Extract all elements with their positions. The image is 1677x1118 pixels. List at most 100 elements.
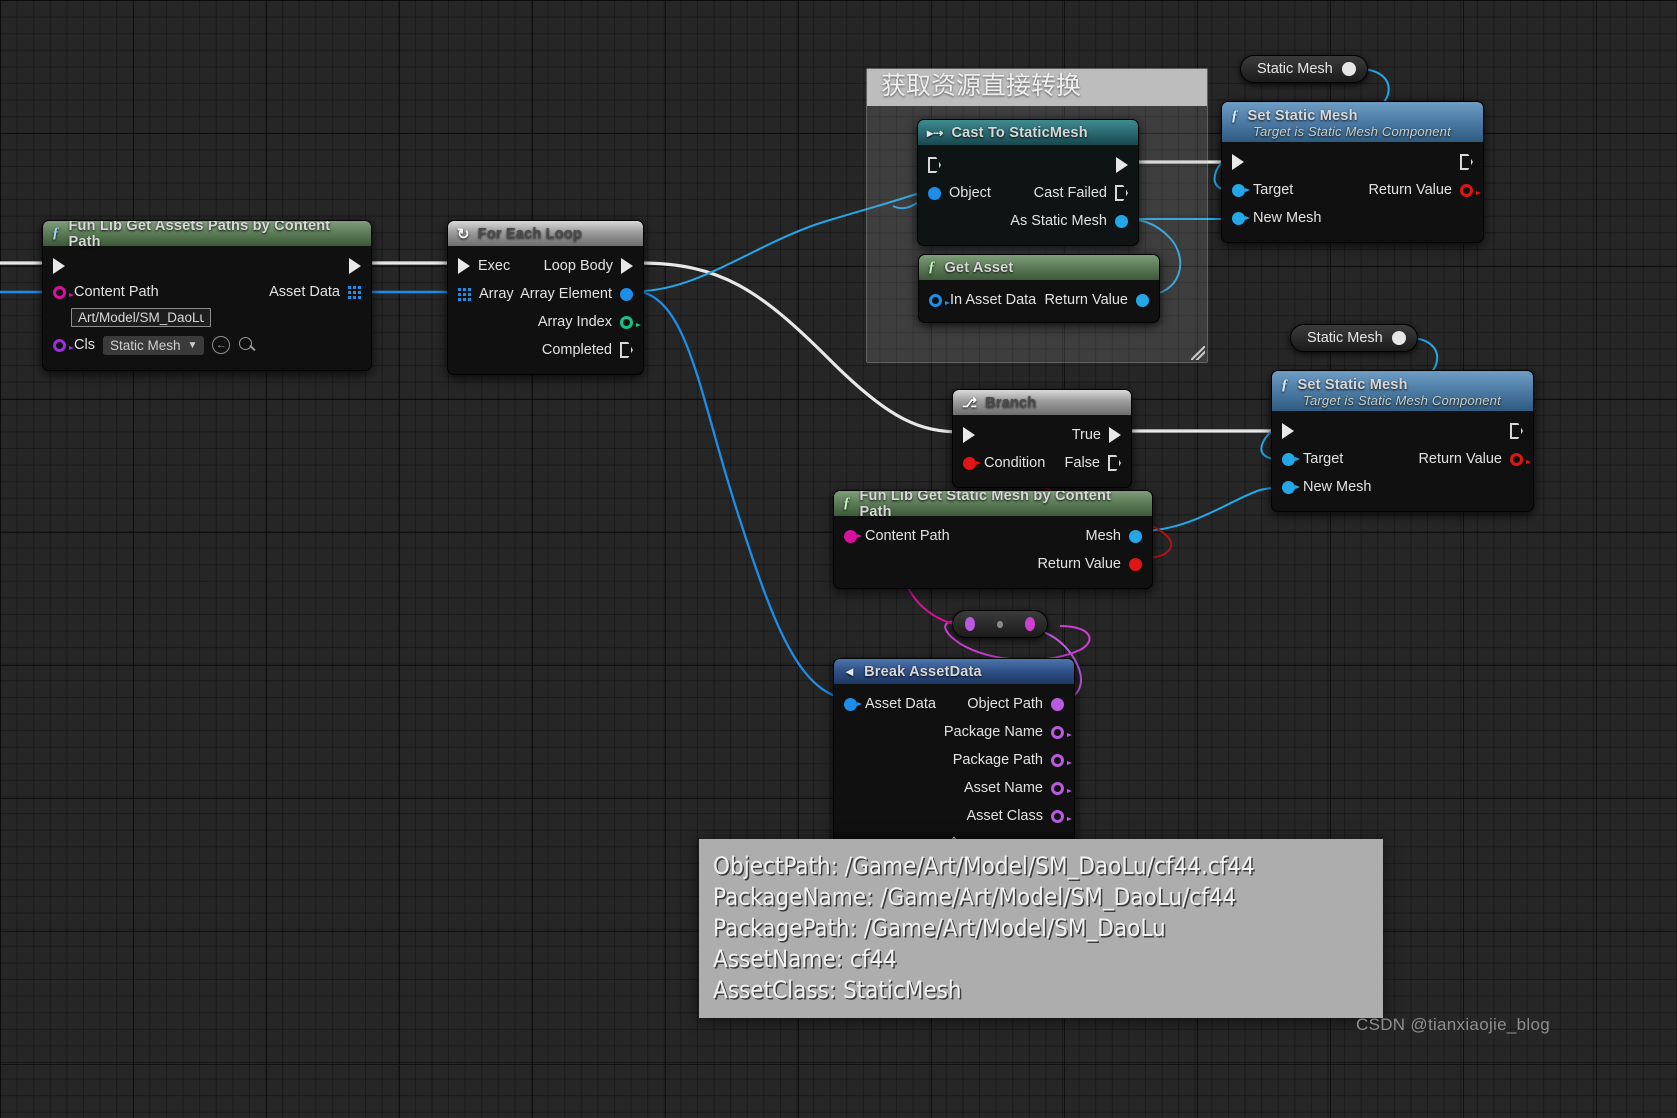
content-path-in-pin[interactable] [53,285,66,299]
row-array-index[interactable]: Array Index [448,308,643,336]
static-mesh-out-pin[interactable] [1391,331,1406,345]
object-path-out-pin[interactable] [1051,697,1064,711]
content-path-input[interactable] [71,307,211,327]
node-fun-lib-get-assets-paths-by-content-path[interactable]: ƒ Fun Lib Get Assets Paths by Content Pa… [42,220,372,371]
reroute-in-pin[interactable] [965,617,976,631]
package-name-out-pin[interactable] [1051,725,1064,739]
array-in-pin[interactable] [458,287,471,301]
node-branch[interactable]: ⎇ Branch True Condition False [952,389,1132,488]
exec-out-pin[interactable] [349,258,361,274]
blueprint-graph-canvas[interactable]: 获取资源直接转换 ƒ Fun Lib Get Assets Paths by C… [0,0,1677,1118]
row-asset-name[interactable]: Asset Name [834,774,1074,802]
node-header[interactable]: ƒ Fun Lib Get Static Mesh by Content Pat… [834,491,1152,520]
row-as-static-mesh[interactable]: As Static Mesh [918,207,1138,235]
row-in-asset-data[interactable]: In Asset Data Return Value [919,286,1159,314]
node-set-static-mesh-bottom[interactable]: ƒ Set Static Mesh Target is Static Mesh … [1271,370,1534,512]
node-fun-lib-get-static-mesh-by-content-path[interactable]: ƒ Fun Lib Get Static Mesh by Content Pat… [833,490,1153,589]
break-struct-icon: ◄ [843,664,857,679]
loop-body-out-pin[interactable] [621,258,633,274]
mesh-out-pin[interactable] [1129,529,1142,543]
target-in-pin[interactable] [1232,183,1245,197]
node-header[interactable]: ƒ Fun Lib Get Assets Paths by Content Pa… [43,221,371,250]
row-condition[interactable]: Condition False [953,449,1131,477]
row-exec[interactable]: Exec Loop Body [448,252,643,280]
exec-out-pin[interactable] [1116,157,1128,173]
row-cls[interactable]: Cls Static Mesh ▼ ← [43,330,371,360]
node-set-static-mesh-top[interactable]: ƒ Set Static Mesh Target is Static Mesh … [1221,101,1484,243]
variable-node-static-mesh-top[interactable]: Static Mesh [1240,55,1368,83]
return-value-out-pin[interactable] [1460,183,1473,197]
target-in-pin[interactable] [1282,452,1295,466]
search-icon[interactable] [238,336,256,354]
array-index-out-pin[interactable] [620,315,633,329]
node-header[interactable]: ƒ Set Static Mesh Target is Static Mesh … [1222,102,1483,142]
row-new-mesh[interactable]: New Mesh [1222,204,1483,232]
asset-data-out-pin[interactable] [348,285,361,299]
node-header[interactable]: ↻ For Each Loop [448,221,643,246]
row-exec[interactable] [43,252,371,280]
array-element-out-pin[interactable] [620,287,633,301]
row-target[interactable]: Target Return Value [1272,445,1533,473]
new-mesh-in-pin[interactable] [1232,211,1245,225]
row-exec[interactable] [1272,417,1533,445]
node-header[interactable]: ƒ Set Static Mesh Target is Static Mesh … [1272,371,1533,411]
exec-in-pin[interactable] [1282,423,1294,439]
row-asset-data[interactable]: Asset Data Object Path [834,690,1074,718]
completed-out-pin[interactable] [620,342,633,358]
row-return-value[interactable]: Return Value [834,550,1152,578]
row-target[interactable]: Target Return Value [1222,176,1483,204]
row-asset-class[interactable]: Asset Class [834,802,1074,830]
exec-in-pin[interactable] [963,427,975,443]
row-package-name[interactable]: Package Name [834,718,1074,746]
package-path-out-pin[interactable] [1051,753,1064,767]
row-package-path[interactable]: Package Path [834,746,1074,774]
in-asset-data-in-pin[interactable] [929,293,942,307]
cls-dropdown[interactable]: Static Mesh ▼ [102,335,205,355]
row-content-path-value[interactable] [43,304,371,330]
node-header[interactable]: ƒ Get Asset [919,255,1159,280]
node-header[interactable]: ◄ Break AssetData [834,659,1074,684]
cls-in-pin[interactable] [53,338,66,352]
row-exec[interactable] [1222,148,1483,176]
object-in-pin[interactable] [928,186,941,200]
false-out-pin[interactable] [1108,455,1121,471]
node-get-asset[interactable]: ƒ Get Asset In Asset Data Return Value [918,254,1160,323]
node-header[interactable]: ▸⇢ Cast To StaticMesh [918,120,1138,145]
row-completed[interactable]: Completed [448,336,643,364]
node-cast-to-static-mesh[interactable]: ▸⇢ Cast To StaticMesh Object Cast Failed… [917,119,1139,246]
exec-in-pin[interactable] [1232,154,1244,170]
exec-in-pin[interactable] [53,258,65,274]
as-static-mesh-out-pin[interactable] [1115,214,1128,228]
node-header[interactable]: ⎇ Branch [953,390,1131,415]
cast-failed-out-pin[interactable] [1115,185,1128,201]
asset-data-in-pin[interactable] [844,697,857,711]
node-for-each-loop[interactable]: ↻ For Each Loop Exec Loop Body Array Arr… [447,220,644,375]
new-mesh-in-pin[interactable] [1282,480,1295,494]
variable-node-static-mesh-bottom[interactable]: Static Mesh [1290,324,1418,352]
row-object[interactable]: Object Cast Failed [918,179,1138,207]
comment-resize-grip[interactable] [1191,346,1205,360]
row-new-mesh[interactable]: New Mesh [1272,473,1533,501]
row-content-path[interactable]: Content Path Mesh [834,522,1152,550]
content-path-in-pin[interactable] [844,529,857,543]
exec-out-pin[interactable] [1510,423,1523,439]
static-mesh-out-pin[interactable] [1341,62,1356,76]
row-array[interactable]: Array Array Element [448,280,643,308]
row-exec[interactable] [918,151,1138,179]
exec-in-pin[interactable] [458,258,470,274]
true-out-pin[interactable] [1109,427,1121,443]
asset-name-out-pin[interactable] [1051,781,1064,795]
row-exec[interactable]: True [953,421,1131,449]
reroute-out-pin[interactable] [1024,617,1036,631]
condition-in-pin[interactable] [963,456,976,470]
return-value-out-pin[interactable] [1136,293,1149,307]
exec-out-pin[interactable] [1460,154,1473,170]
asset-class-out-pin[interactable] [1051,809,1064,823]
return-value-out-pin[interactable] [1129,557,1142,571]
exec-in-pin[interactable] [928,157,941,173]
node-break-asset-data[interactable]: ◄ Break AssetData Asset Data Object Path… [833,658,1075,851]
reroute-node[interactable] [952,610,1048,638]
browse-back-icon[interactable]: ← [212,336,231,354]
return-value-out-pin[interactable] [1510,452,1523,466]
row-content-path[interactable]: Content Path Asset Data [43,280,371,304]
